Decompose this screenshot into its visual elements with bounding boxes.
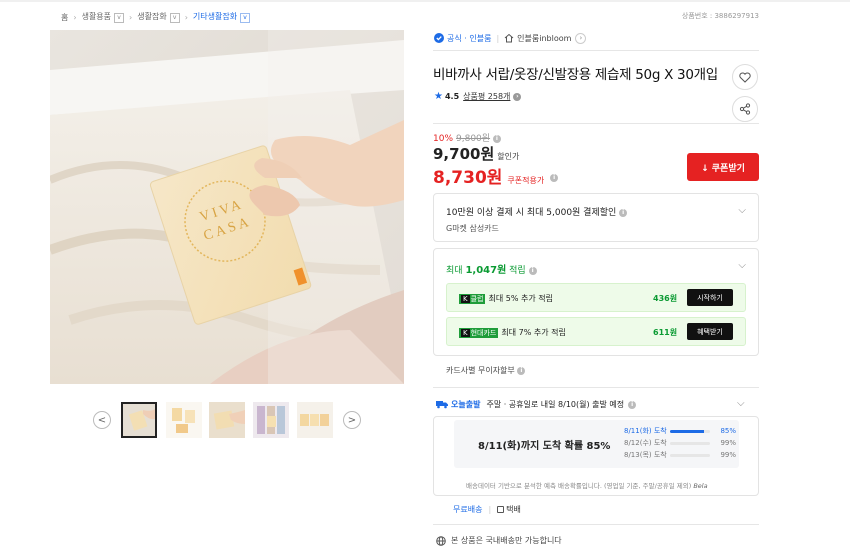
info-icon[interactable]: i (492, 134, 501, 143)
rating-row: ★ 4.5 상품평 258개 › (434, 91, 522, 102)
breadcrumb-separator: › (129, 12, 133, 22)
card-promo-subtitle: G마켓 삼성카드 (446, 224, 499, 233)
forecast-bar (670, 441, 711, 445)
chevron-down-icon[interactable]: ⌵ (738, 205, 746, 216)
info-icon[interactable]: i (550, 174, 559, 182)
benefit-row-club: K 클럽 최대 5% 추가 적립 436원 시작하기 (446, 283, 746, 312)
free-shipping-label: 무료배송 (453, 505, 483, 514)
forecast-footnote: 배송데이터 기반으로 분석한 예측 배송확률입니다. (영업일 기준, 주말/공… (466, 482, 708, 490)
club-badge: K 클럽 (459, 294, 486, 304)
divider (433, 50, 759, 51)
product-number: 상품번호 : 3886297913 (681, 12, 759, 20)
thumbnail-image (297, 402, 333, 438)
shipping-options: 무료배송 | 택배 (453, 505, 521, 514)
sale-price: 9,700원 할인가 (433, 145, 520, 163)
thumbnail-2[interactable] (166, 402, 202, 438)
points-summary: 최대 1,047원 적립 i (446, 261, 537, 276)
prev-thumbnail-button[interactable]: < (93, 411, 111, 429)
chevron-down-icon[interactable]: v (240, 13, 251, 23)
breadcrumb: 홈 › 생활용품 v › 생활잡화 v › 기타생활잡화 v (61, 10, 251, 24)
thumbnail-1[interactable] (121, 402, 157, 438)
coupon-price: 8,730원 쿠폰적용가 i (433, 163, 559, 188)
divider (433, 123, 759, 124)
courier-label: 택배 (506, 505, 521, 514)
club-start-button[interactable]: 시작하기 (687, 289, 733, 306)
chevron-down-icon[interactable]: v (169, 13, 180, 23)
star-icon: ★ (434, 91, 443, 102)
chevron-down-icon[interactable]: ⌵ (738, 260, 746, 271)
official-store-link[interactable]: 공식 · 인블룸 (434, 33, 491, 44)
coupon-download-button[interactable]: ↓ 쿠폰받기 (687, 153, 759, 181)
next-thumbnail-button[interactable]: > (343, 411, 361, 429)
forecast-row: 8/13(목) 도착 99% (624, 451, 736, 459)
benefit-amount: 436원 (653, 294, 678, 303)
brand-row: 공식 · 인블룸 | 인블룸inbloom › (434, 31, 587, 45)
forecast-title: 8/11(화)까지 도착 확률 85% (478, 441, 611, 452)
chevron-left-icon: < (97, 414, 107, 426)
hyundai-card-badge: K 현대카드 (459, 328, 499, 338)
card-benefit-button[interactable]: 혜택받기 (687, 323, 733, 340)
store-home-icon (504, 33, 514, 43)
product-photo: VIVA CASA (50, 30, 404, 384)
thumbnail-strip: < > (93, 402, 363, 438)
forecast-bar (670, 453, 711, 457)
wishlist-button[interactable] (732, 64, 758, 90)
forecast-rows: 8/11(화) 도착 85% 8/12(수) 도착 99% 8/13(목) 도착… (624, 425, 736, 461)
delivery-row: 오늘출발 주말 · 공휴일로 내일 8/10(월) 출발 예정 i (436, 399, 637, 410)
truck-icon (436, 401, 448, 409)
forecast-box: 8/11(화)까지 도착 확률 85% 8/11(화) 도착 85% 8/12(… (454, 420, 739, 468)
product-title: 비바까사 서랍/옷장/신발장용 제습제 50g X 30개입 (433, 67, 718, 83)
breadcrumb-home[interactable]: 홈 (61, 12, 68, 23)
installment-info[interactable]: 카드사별 무이자할부 i (446, 365, 526, 376)
info-icon[interactable]: i (528, 266, 537, 275)
delivery-forecast-panel: 8/11(화)까지 도착 확률 85% 8/11(화) 도착 85% 8/12(… (433, 416, 759, 496)
breadcrumb-level2[interactable]: 생활잡화 v (137, 11, 180, 23)
breadcrumb-level1[interactable]: 생활용품 v (82, 11, 125, 23)
globe-icon (436, 535, 446, 546)
forecast-row: 8/12(수) 도착 99% (624, 439, 736, 447)
courier-icon (497, 506, 505, 513)
breadcrumb-level3[interactable]: 기타생활잡화 v (193, 11, 251, 23)
chevron-right-icon: › (575, 32, 587, 44)
thumbnail-4[interactable] (253, 402, 289, 438)
review-count-link[interactable]: 상품평 258개 (463, 91, 510, 102)
share-icon (739, 103, 751, 115)
divider (433, 387, 759, 388)
rating-score: 4.5 (444, 92, 460, 101)
thumbnail-image (166, 402, 202, 438)
info-icon[interactable]: i (628, 400, 637, 409)
forecast-bar (670, 429, 711, 433)
chevron-right-icon: > (347, 414, 357, 426)
chevron-down-icon[interactable]: v (114, 13, 125, 23)
points-panel: 최대 1,047원 적립 i ⌵ K 클럽 최대 5% 추가 적립 436원 시작하… (433, 248, 759, 356)
thumbnail-image (123, 404, 155, 436)
official-badge-icon (434, 33, 444, 43)
thumbnail-5[interactable] (297, 402, 333, 438)
delivery-text: 주말 · 공휴일로 내일 8/10(월) 출발 예정 (486, 400, 625, 409)
card-promo-title: 10만원 이상 결제 시 최대 5,000원 결제할인 i (446, 205, 628, 218)
store-link[interactable]: 인블룸inbloom › (504, 32, 587, 44)
benefit-amount: 611원 (653, 328, 678, 337)
benefit-row-card: K 현대카드 최대 7% 추가 적립 611원 혜택받기 (446, 317, 746, 346)
today-ship-badge: 오늘출발 (451, 400, 481, 409)
breadcrumb-separator: › (184, 12, 188, 22)
top-border (0, 0, 850, 2)
share-button[interactable] (732, 96, 758, 122)
breadcrumb-separator: › (73, 12, 77, 22)
chevron-down-icon[interactable]: ⌵ (737, 398, 745, 409)
thumbnail-image (209, 402, 245, 438)
thumbnail-3[interactable] (209, 402, 245, 438)
info-icon[interactable]: i (517, 366, 526, 375)
info-icon[interactable]: i (619, 208, 628, 217)
thumbnail-image (253, 402, 289, 438)
card-promo-panel[interactable]: 10만원 이상 결제 시 최대 5,000원 결제할인 i G마켓 삼성카드 ⌵ (433, 193, 759, 242)
heart-icon (739, 71, 751, 83)
main-product-image[interactable]: VIVA CASA (50, 30, 404, 384)
domestic-only-notice: 본 상품은 국내배송만 가능합니다 (436, 535, 562, 546)
forecast-row: 8/11(화) 도착 85% (624, 427, 736, 435)
chevron-right-icon[interactable]: › (513, 92, 522, 101)
divider (433, 524, 759, 525)
